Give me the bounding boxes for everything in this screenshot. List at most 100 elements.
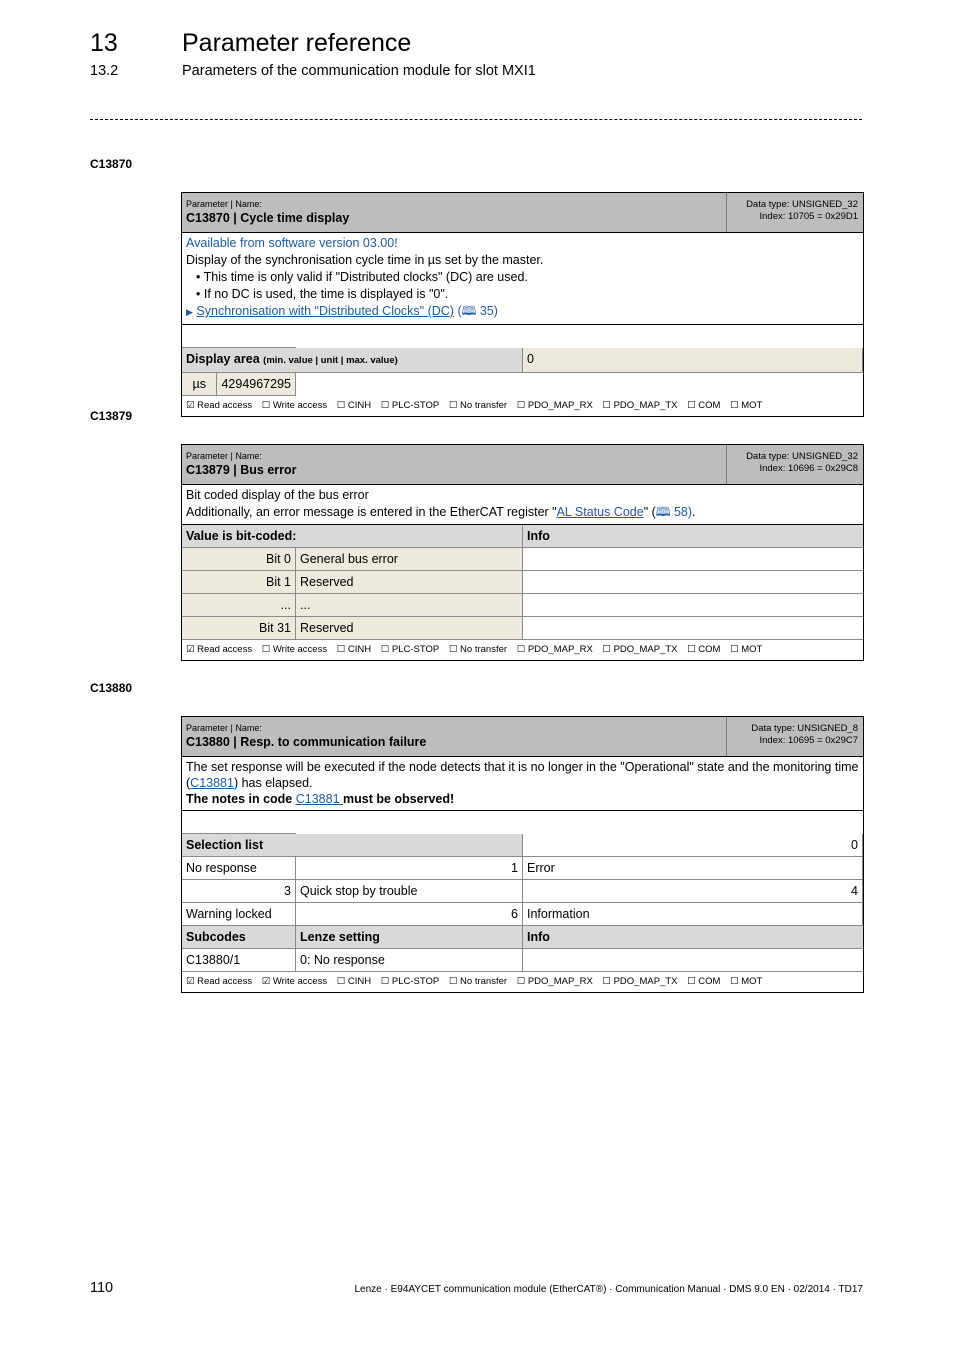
selection-value: 0 (523, 834, 863, 857)
selection-label: No response (182, 857, 296, 880)
subcode: C13880/1 (182, 949, 296, 972)
flag-no-transfer: ☐ No transfer (448, 400, 508, 411)
selection-blank (182, 811, 296, 834)
flag-com: ☐ COM (687, 644, 721, 655)
desc-text: ) has elapsed. (233, 776, 313, 790)
unit-value: µs (182, 373, 218, 395)
access-flags: ☑ Read access ☑ Write access ☐ CINH ☐ PL… (182, 972, 863, 992)
display-area-header: Display area (min. value | unit | max. v… (182, 348, 523, 373)
bit-meaning: Reserved (296, 617, 523, 640)
flag-pdo-map-tx: ☐ PDO_MAP_TX (602, 644, 678, 655)
section-number: 13.2 (90, 63, 119, 79)
data-type: Data type: UNSIGNED_32 (746, 199, 858, 210)
selection-list-header: Selection list (182, 834, 523, 857)
selection-table: Selection list 0 No response 1 Error 3 Q… (182, 811, 863, 972)
min-value: 0 (523, 348, 863, 373)
flag-read-access: ☑ Read access (186, 400, 253, 411)
flag-mot: ☐ MOT (730, 976, 763, 987)
observe-note: The notes in code C13881 must be observe… (186, 791, 859, 807)
bullet-item: • This time is only valid if "Distribute… (196, 270, 528, 284)
display-area-subtitle: (min. value | unit | max. value) (263, 355, 398, 366)
desc-text: " ( (643, 505, 656, 519)
display-area-blank (182, 325, 296, 348)
al-status-code-link[interactable]: AL Status Code (557, 505, 644, 519)
lenze-setting-header: Lenze setting (296, 926, 523, 949)
desc-text: Additionally, an error message is entere… (186, 505, 557, 519)
bit-info (523, 617, 863, 640)
unit-max-wrap: µs 4294967295 (182, 373, 296, 396)
param-header: Parameter | Name: C13880 | Resp. to comm… (182, 717, 863, 757)
c13881-note-link[interactable]: C13881 (296, 792, 343, 806)
flag-mot: ☐ MOT (730, 644, 763, 655)
param-name: C13879 | Bus error (186, 463, 297, 477)
flag-write-access: ☐ Write access (261, 644, 328, 655)
bit-meaning: Reserved (296, 571, 523, 594)
description-text: Bit coded display of the bus error (186, 488, 369, 502)
selection-value: 6 (296, 903, 523, 926)
max-value: 4294967295 (221, 377, 291, 391)
flag-read-access: ☑ Read access (186, 644, 253, 655)
flag-com: ☐ COM (687, 400, 721, 411)
note-text: must be observed! (343, 792, 455, 806)
flag-plc-stop: ☐ PLC-STOP (380, 644, 440, 655)
param-name-label: Parameter | Name: (186, 723, 262, 733)
flag-pdo-map-rx: ☐ PDO_MAP_RX (516, 976, 593, 987)
page-ref-link[interactable]: 🕮 58) (656, 505, 692, 519)
param-index: Index: 10696 = 0x29C8 (759, 463, 858, 474)
arrow-right-icon: ▶ (186, 307, 193, 317)
c13881-link[interactable]: C13881 (190, 776, 234, 790)
flag-no-transfer: ☐ No transfer (448, 644, 508, 655)
bit-info (523, 548, 863, 571)
description-text: The set response will be executed if the… (186, 759, 859, 791)
param-header: Parameter | Name: C13870 | Cycle time di… (182, 193, 863, 233)
param-table-c13880: Parameter | Name: C13880 | Resp. to comm… (181, 716, 864, 993)
flag-cinh: ☐ CINH (336, 400, 372, 411)
flag-plc-stop: ☐ PLC-STOP (380, 976, 440, 987)
chapter-number: 13 (90, 29, 118, 57)
bit-coded-header: Value is bit-coded: (182, 525, 523, 548)
flag-com: ☐ COM (687, 976, 721, 987)
param-header: Parameter | Name: C13879 | Bus error Dat… (182, 445, 863, 485)
flag-no-transfer: ☐ No transfer (448, 976, 508, 987)
page-number: 110 (90, 1280, 114, 1296)
subcode-info (523, 949, 863, 972)
bit-info (523, 571, 863, 594)
selection-label: Warning locked (182, 903, 296, 926)
param-index: Index: 10705 = 0x29D1 (759, 211, 858, 222)
param-table-c13879: Parameter | Name: C13879 | Bus error Dat… (181, 444, 864, 661)
footer-text: Lenze · E94AYCET communication module (E… (354, 1284, 863, 1295)
bit-meaning: ... (296, 594, 523, 617)
param-description: Bit coded display of the bus error Addit… (182, 485, 863, 525)
param-name: C13870 | Cycle time display (186, 211, 350, 225)
param-name-label: Parameter | Name: (186, 199, 262, 209)
page-ref-link[interactable]: (🕮 35) (457, 304, 497, 318)
description-text-2: Additionally, an error message is entere… (186, 504, 859, 521)
access-flags: ☑ Read access ☐ Write access ☐ CINH ☐ PL… (182, 640, 863, 660)
flag-pdo-map-tx: ☐ PDO_MAP_TX (602, 400, 678, 411)
selection-label: Error (523, 857, 863, 880)
chapter-title: Parameter reference (182, 29, 412, 57)
flag-write-access: ☐ Write access (261, 400, 328, 411)
param-description: Available from software version 03.00! D… (182, 233, 863, 325)
flag-read-access: ☑ Read access (186, 976, 253, 987)
bit-meaning: General bus error (296, 548, 523, 571)
bit-number: Bit 1 (182, 571, 296, 594)
info-header: Info (523, 926, 863, 949)
dc-sync-link[interactable]: Synchronisation with "Distributed Clocks… (196, 304, 454, 318)
bit-number: ... (182, 594, 296, 617)
code-heading-c13870: C13870 (90, 157, 133, 171)
param-name-label: Parameter | Name: (186, 451, 262, 461)
access-flags: ☑ Read access ☐ Write access ☐ CINH ☐ PL… (182, 396, 863, 416)
flag-mot: ☐ MOT (730, 400, 763, 411)
selection-value: 4 (523, 880, 863, 903)
param-name: C13880 | Resp. to communication failure (186, 735, 427, 749)
selection-value: 1 (296, 857, 523, 880)
param-description: The set response will be executed if the… (182, 757, 863, 811)
bullet-item: • If no DC is used, the time is displaye… (196, 287, 449, 301)
flag-pdo-map-tx: ☐ PDO_MAP_TX (602, 976, 678, 987)
data-type: Data type: UNSIGNED_32 (746, 451, 858, 462)
display-area-grid: Display area (min. value | unit | max. v… (182, 325, 863, 396)
header-divider (90, 119, 862, 120)
note-text: The notes in code (186, 792, 296, 806)
display-area-title: Display area (186, 352, 260, 366)
